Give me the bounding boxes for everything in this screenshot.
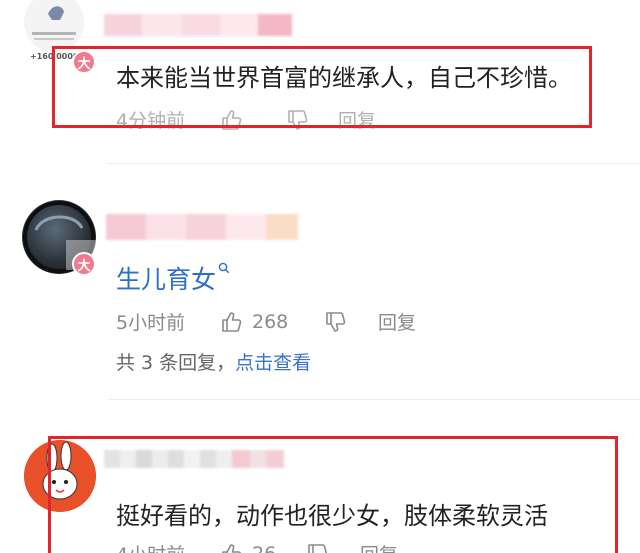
divider [108,163,640,164]
comment-item: +160 0000 大 本来能当世界首富的继承人，自己不珍惜。 4分钟前 回复 [0,0,640,150]
reply-button[interactable]: 回复 [378,308,416,335]
replies-count: 共 3 条回复， [116,352,236,374]
username[interactable] [106,214,298,240]
comment-item: 大 生儿育女 5小时前 268 回复 共 3 条回复， 点击查看 [0,176,640,386]
highlight-box [48,436,618,553]
divider [108,399,640,400]
comment-item: 挺好看的，动作也很少女，肢体柔软灵活 4小时前 26 回复 [0,424,640,553]
logo-icon [32,6,76,40]
vip-badge: 大 [72,252,96,276]
like-button[interactable]: 268 [220,310,324,334]
thumbs-down-icon [326,311,346,332]
dislike-button[interactable] [324,310,378,334]
comment-text: 生儿育女 [116,260,230,296]
replies-summary: 共 3 条回复， 点击查看 [116,348,311,375]
thumbs-up-icon [222,311,242,332]
comment-time: 5小时前 [116,312,186,334]
search-icon[interactable] [218,262,230,274]
comment-text-value: 生儿育女 [116,265,217,294]
highlight-box [52,46,592,128]
avatar[interactable] [24,0,84,52]
username[interactable] [104,14,292,36]
comment-feed: +160 0000 大 本来能当世界首富的继承人，自己不珍惜。 4分钟前 回复 [0,0,640,553]
like-count: 268 [252,310,289,333]
view-replies-link[interactable]: 点击查看 [235,348,311,375]
comment-actions: 5小时前 268 回复 [116,308,416,335]
